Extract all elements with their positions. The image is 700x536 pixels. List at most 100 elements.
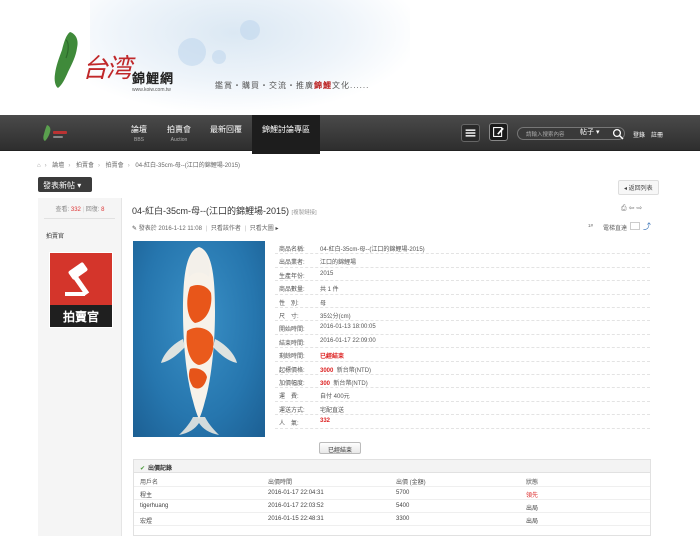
search-type-select[interactable]: 帖子 ▾ [580, 127, 599, 137]
slogan-highlight: 錦鯉 [314, 81, 332, 90]
nav-item-latest-replies[interactable]: 最新回覆 [203, 115, 249, 151]
nav-item-bbs[interactable]: 論壇 BBS [122, 115, 156, 151]
info-value: 04-紅白-35cm-母--(江口的錦鯉場-2015) [320, 247, 425, 253]
next-thread-icon[interactable]: ⇨ [636, 205, 644, 212]
site-title: 錦鯉網 [132, 72, 175, 87]
meta-separator: | [244, 226, 247, 232]
author-sidebar: 查看: 332 | 回復: 8 [38, 198, 122, 536]
breadcrumb-separator: › [98, 163, 100, 169]
breadcrumb-item[interactable]: 拍賣會 [76, 163, 94, 169]
edit-icon [493, 127, 504, 137]
koi-fish-image [161, 247, 237, 435]
login-link[interactable]: 登錄 [633, 130, 645, 139]
info-value: 已經結束 [320, 354, 345, 361]
breadcrumb-separator: › [68, 163, 71, 169]
bid-records-title: 出價記錄 [148, 466, 173, 472]
menu-button[interactable] [461, 124, 480, 142]
bidder-name[interactable]: 程主 [140, 490, 152, 499]
nav-item-auction[interactable]: 拍賣會 Auction [160, 115, 198, 151]
search-input[interactable]: 請輸入搜索內容 [517, 127, 625, 140]
info-label: 生產年份: [279, 273, 305, 280]
caret-right-icon: ▸ [275, 226, 279, 232]
bidder-name[interactable]: 宏煜 [140, 516, 152, 525]
bid-status: 領先 [526, 493, 539, 499]
info-label: 尺 寸: [279, 314, 299, 320]
only-large-images-link[interactable]: 只看大圖 [250, 226, 274, 232]
koi-photo[interactable] [133, 241, 265, 437]
banner-splash [90, 0, 410, 110]
column-header: 出價時間 [268, 480, 293, 486]
info-value: 自付 400元 [320, 394, 350, 401]
breadcrumb-separator: › [44, 163, 47, 169]
info-row: 人 氣: 332 [275, 415, 650, 429]
bid-increment: 300 [320, 381, 331, 387]
meta-separator: | [205, 226, 208, 232]
breadcrumb-item[interactable]: 論壇 [52, 163, 64, 169]
currency-unit: 新台幣(NTD) [333, 381, 368, 387]
breadcrumb-separator: › [127, 163, 130, 169]
info-row: 加價幅度: 300 新台幣(NTD) [275, 375, 650, 389]
banner-bubble [178, 38, 206, 66]
search-icon[interactable] [612, 128, 624, 140]
bid-time: 2016-01-17 22:03:52 [268, 503, 324, 509]
nav-item-label: 拍賣會 [167, 125, 191, 134]
breadcrumb-current[interactable]: 04-紅白-35cm-母--(江口的錦鯉場-2015) [135, 163, 240, 169]
site-banner: 台湾 錦鯉網 www.koiw.com.tw 鑑賞・購買・交流・推廣錦鯉文化..… [0, 0, 700, 115]
auction-ended-button[interactable]: 已經結束 [319, 442, 361, 454]
info-label: 開始時間: [279, 327, 305, 334]
table-row: 程主 2016-01-17 22:04:31 5700 領先 [134, 487, 650, 500]
new-post-button[interactable] [489, 123, 508, 141]
info-row: 尺 寸: 35公分(cm) [275, 308, 650, 322]
copy-link-button[interactable]: [複製鏈接] [292, 210, 317, 216]
bid-table-header-row: 用戶名 出價時間 出價 (金額) 狀態 [134, 474, 650, 487]
nav-logo-icon[interactable] [37, 123, 77, 143]
floor-number: 1# [588, 223, 594, 228]
nav-item-koi-discussion[interactable]: 錦鯉討論專區 [252, 115, 320, 154]
bid-time: 2016-01-15 22:48:31 [268, 516, 324, 522]
info-value[interactable]: 江口的錦鯉場 [320, 257, 356, 266]
back-to-list-button[interactable]: ◂ 返回列表 [618, 180, 659, 195]
check-icon: ✔ [140, 466, 146, 472]
info-row: 開始時間: 2016-01-13 18:00:05 [275, 321, 650, 335]
bid-time: 2016-01-17 22:04:31 [268, 490, 324, 496]
thread-tools: ⎙⇦⇨ [621, 204, 644, 213]
info-row: 運 費: 自付 400元 [275, 388, 650, 402]
floor-jump-input[interactable] [630, 222, 640, 230]
info-label: 加價幅度: [279, 381, 305, 387]
info-value: 300 新台幣(NTD) [320, 378, 368, 387]
bidder-name[interactable]: tigerhuang [140, 503, 168, 509]
home-icon[interactable]: ⌂ [37, 163, 41, 169]
only-author-link[interactable]: 只看該作者 [211, 226, 241, 232]
bid-amount: 5700 [396, 490, 410, 496]
register-link[interactable]: 註冊 [651, 130, 663, 139]
post-new-thread-button[interactable]: 發表新帖 ▾ [38, 177, 92, 192]
views-label: 查看: [55, 207, 70, 213]
info-row: 生產年份: 2015 [275, 268, 650, 282]
info-value: 2015 [320, 270, 334, 277]
table-row: tigerhuang 2016-01-17 22:03:52 5400 出局 [134, 500, 650, 513]
auctioneer-avatar[interactable]: 拍賣官 [49, 252, 113, 328]
print-icon[interactable]: ⎙ [621, 205, 629, 212]
info-label: 商品數量: [279, 287, 305, 294]
slogan-part-a: 鑑賞・購買・交流・推廣 [215, 81, 314, 90]
floor-jump-label: 電梯直達 [603, 226, 628, 232]
replies-count: 8 [101, 207, 105, 213]
info-row: 結束時間: 2016-01-17 22:09:00 [275, 335, 650, 349]
nav-item-label: 錦鯉討論專區 [262, 125, 310, 134]
info-value: 332 [320, 418, 331, 425]
nav-item-label: 論壇 [131, 125, 147, 134]
author-name[interactable]: 拍賣官 [46, 231, 64, 240]
thread-stats: 查看: 332 | 回復: 8 [55, 207, 105, 213]
info-row: 商品數量: 共 1 件 [275, 281, 650, 295]
logo-script-text: 台湾 [82, 54, 132, 84]
bid-status: 出局 [526, 519, 539, 525]
breadcrumb-item[interactable]: 拍賣會 [106, 163, 124, 169]
floor-jump: 1# 電梯直達 [588, 223, 627, 232]
replies-label: 回復: [85, 207, 100, 213]
info-label: 運送方式: [279, 407, 305, 414]
floor-jump-go-icon[interactable]: ⤴ [643, 221, 651, 232]
info-value: 35公分(cm) [320, 314, 351, 320]
info-label: 起標價格: [279, 367, 305, 374]
info-label: 性 別: [279, 300, 299, 307]
info-label: 運 費: [279, 394, 299, 401]
